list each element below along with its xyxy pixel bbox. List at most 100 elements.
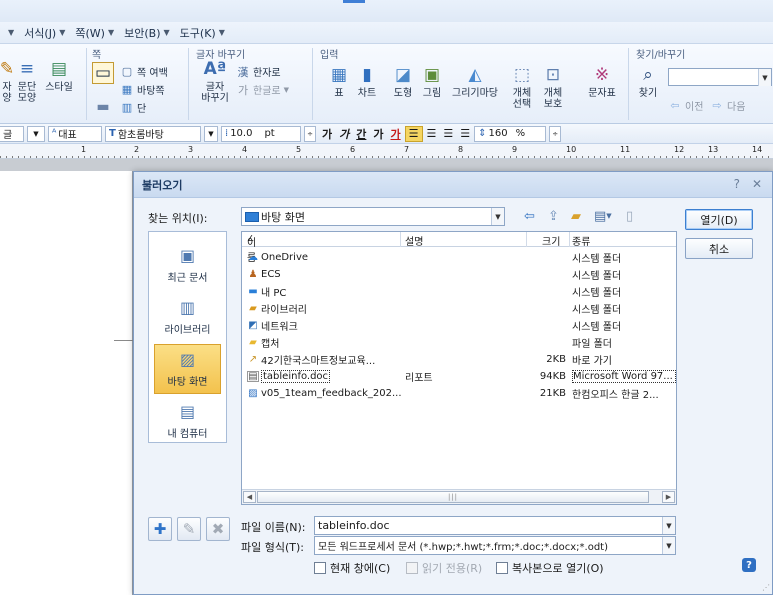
columns-button[interactable]: ▥ 단 (120, 100, 146, 115)
to-hanja-button[interactable]: 漢 한자로 (236, 64, 281, 80)
italic-button[interactable]: 가 (336, 126, 352, 142)
file-row[interactable]: ♟ ECS 시스템 폴더 (242, 266, 676, 283)
look-in-combo[interactable]: 바탕 화면 ▼ (241, 207, 505, 226)
page-margin-button[interactable]: ▢ 쪽 여백 (120, 64, 168, 79)
open-button[interactable]: 열기(D) (685, 209, 753, 230)
picture-icon: ▣ (423, 64, 441, 85)
background-page-button[interactable]: ▦ 바탕쪽 (120, 82, 165, 97)
view-menu-icon[interactable]: ▤ ▼ (594, 207, 612, 225)
style-combo[interactable]: 글 (0, 125, 24, 142)
file-type-select[interactable]: 모든 워드프로세서 문서 (*.hwp;*.hwt;*.frm;*.doc;*.… (314, 536, 676, 555)
chevron-down-icon[interactable]: ▼ (662, 517, 675, 534)
edit-place-button[interactable]: ✎ (177, 517, 201, 541)
checkbox-box (496, 562, 508, 574)
font-color-button[interactable]: 가 (388, 126, 404, 142)
menu-format[interactable]: 서식(J) ▼ (19, 23, 70, 43)
to-hangul-button[interactable]: 가 한글로 ▼ (236, 82, 289, 98)
scrollbar-thumb[interactable]: ||| (257, 491, 649, 503)
file-row[interactable]: ◩ 네트워크 시스템 폴더 (242, 317, 676, 334)
checkbox-box (314, 562, 326, 574)
column-separator[interactable] (400, 232, 401, 247)
symbols-button[interactable]: ※ 문자표 (582, 64, 622, 99)
chevron-down-icon[interactable]: ▼ (758, 69, 771, 86)
find-button[interactable]: ⌕ 찾기 (632, 64, 664, 99)
line-spacing-field[interactable]: ⇕ 160% (474, 125, 547, 142)
scroll-left-icon[interactable]: ◀ (243, 491, 256, 503)
columns-layout-button[interactable]: ▬ (90, 96, 116, 120)
char-change-button[interactable]: Aª 글자 바꾸기 (198, 58, 232, 104)
place-recent-docs[interactable]: ▣ 최근 문서 (154, 240, 221, 290)
open-as-copy-checkbox[interactable]: 복사본으로 열기(O) (496, 560, 604, 576)
help-icon[interactable]: ? (734, 177, 740, 191)
font-combo[interactable]: T 함초롬바탕 (105, 125, 201, 142)
para-shape-button[interactable]: ≡ 문단 모양 (14, 58, 40, 104)
horizontal-scrollbar[interactable]: ◀ ||| ▶ (242, 489, 676, 504)
font-size-field[interactable]: ⁞ 10.0 pt (221, 125, 301, 142)
page-layout-button[interactable]: ▭ (90, 62, 116, 86)
back-icon[interactable]: ⇦ (524, 207, 535, 225)
chevron-down-icon[interactable]: ▼ (491, 208, 504, 225)
text-cursor-line (114, 340, 133, 341)
drawing-button[interactable]: ◭ 그리기마당 (446, 64, 504, 99)
file-row[interactable]: ↗ 42기한국스마트정보교육... 2KB 바로 가기 (242, 351, 676, 368)
underline-button[interactable]: 간 (353, 126, 369, 142)
language-combo[interactable]: ᴬ 대표 (48, 125, 102, 142)
line-spacing-spinner[interactable]: ÷ (549, 125, 562, 142)
file-name-input[interactable]: tableinfo.doc ▼ (314, 516, 676, 535)
style-combo-arrow[interactable]: ▼ (27, 125, 45, 142)
file-row-selected[interactable]: ▤ tableinfo.doc 리포트 94KB Microsoft Word … (242, 368, 676, 385)
resize-grip-icon[interactable]: ⋰ (762, 583, 770, 592)
bold-button[interactable]: 가 (319, 126, 335, 142)
scroll-right-icon[interactable]: ▶ (662, 491, 675, 503)
place-desktop[interactable]: ▨ 바탕 화면 (154, 344, 221, 394)
file-row[interactable]: ▬ 내 PC 시스템 폴더 (242, 283, 676, 300)
delete-place-button[interactable]: ✖ (206, 517, 230, 541)
find-text-input[interactable]: ▼ (668, 68, 772, 86)
style-button[interactable]: ▤ 스타일 (42, 58, 76, 93)
open-in-current-window-checkbox[interactable]: 현재 창에(C) (314, 560, 390, 576)
file-row[interactable]: ▨ v05_1team_feedback_202... 21KB 한컴오피스 한… (242, 385, 676, 402)
picture-button[interactable]: ▣ 그림 (418, 64, 446, 99)
column-type[interactable]: 종류 (572, 233, 590, 248)
menu-dropdown-leading[interactable]: ▼ (0, 23, 19, 43)
strike-button[interactable]: 가 (370, 126, 386, 142)
object-protect-button[interactable]: ⊡ 개체 보호 (538, 64, 568, 110)
menu-security[interactable]: 보안(B) ▼ (119, 23, 175, 43)
read-only-checkbox[interactable]: 읽기 전용(R) (406, 560, 482, 576)
table-button[interactable]: ▦ 표 (326, 64, 352, 99)
document-page[interactable] (0, 171, 133, 595)
char-shape-button[interactable]: ✎ 자 양 (0, 58, 14, 104)
font-combo-arrow[interactable]: ▼ (204, 125, 218, 142)
place-libraries[interactable]: ▥ 라이브러리 (154, 292, 221, 342)
find-prev-button[interactable]: ⇦ 이전 (668, 98, 703, 113)
chart-button[interactable]: ▮ 차트 (352, 64, 382, 99)
find-next-button[interactable]: ⇨ 다음 (710, 98, 745, 113)
file-row[interactable]: ▰ 캡처 파일 폴더 (242, 334, 676, 351)
object-select-button[interactable]: ⬚ 개체 선택 (508, 64, 536, 110)
menu-page[interactable]: 쪽(W) ▼ (70, 23, 119, 43)
add-place-button[interactable]: ✚ (148, 517, 172, 541)
new-folder-icon[interactable]: ▰ (571, 207, 581, 225)
column-size[interactable]: 크기 (542, 233, 560, 248)
align-center-button[interactable]: ☰ (440, 126, 456, 142)
cancel-button[interactable]: 취소 (685, 238, 753, 259)
up-folder-icon[interactable]: ⇪ (548, 207, 559, 225)
align-justify-button[interactable]: ☰ (404, 125, 423, 142)
font-size-spinner[interactable]: ÷ (304, 125, 316, 142)
help-icon[interactable]: ? (742, 558, 756, 572)
paragraph-align-icon: ≡ (19, 58, 35, 79)
column-desc[interactable]: 설명 (405, 233, 423, 248)
chevron-down-icon[interactable]: ▼ (662, 537, 675, 554)
align-left-button[interactable]: ☰ (424, 126, 440, 142)
preview-icon[interactable]: ▯ (626, 207, 633, 225)
menu-tools[interactable]: 도구(K) ▼ (175, 23, 230, 43)
file-row[interactable]: ☁ OneDrive 시스템 폴더 (242, 249, 676, 266)
line-spacing-icon: ⇕ (478, 128, 487, 139)
close-icon[interactable]: ✕ (752, 177, 762, 191)
column-separator[interactable] (526, 232, 527, 247)
column-separator[interactable] (569, 232, 570, 247)
shape-button[interactable]: ◪ 도형 (388, 64, 418, 99)
align-right-button[interactable]: ☰ (457, 126, 473, 142)
file-row[interactable]: ▰ 라이브러리 시스템 폴더 (242, 300, 676, 317)
place-my-computer[interactable]: ▤ 내 컴퓨터 (154, 396, 221, 446)
